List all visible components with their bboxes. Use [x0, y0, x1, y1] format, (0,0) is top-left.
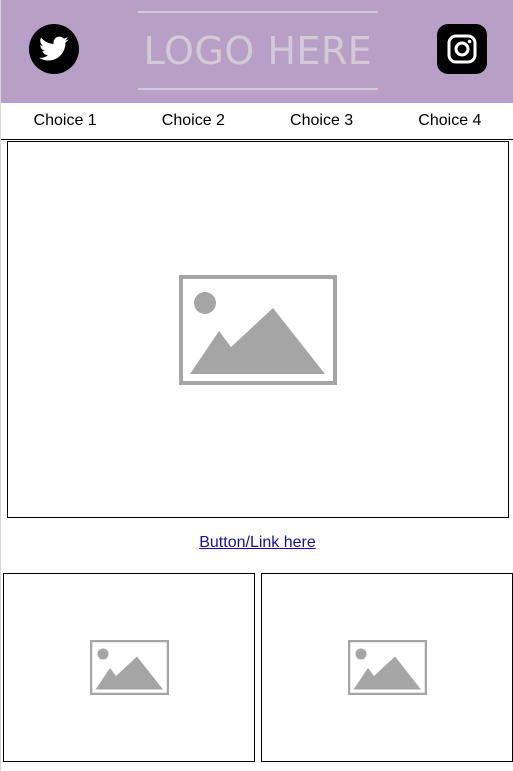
nav-item-choice-2[interactable]: Choice 2 [129, 103, 257, 139]
nav-item-choice-1[interactable]: Choice 1 [1, 103, 129, 139]
hero-image[interactable] [7, 141, 509, 518]
cta-link[interactable]: Button/Link here [199, 534, 316, 551]
nav-item-choice-3[interactable]: Choice 3 [258, 103, 386, 139]
nav-bar: Choice 1 Choice 2 Choice 3 Choice 4 [1, 103, 513, 140]
logo-bottom-rule [138, 88, 378, 90]
instagram-icon [447, 34, 477, 64]
logo-text: LOGO HERE [143, 28, 373, 73]
image-placeholder-icon [347, 640, 427, 695]
twitter-icon [39, 36, 69, 61]
nav-item-choice-4[interactable]: Choice 4 [386, 103, 513, 139]
instagram-button[interactable] [437, 24, 487, 74]
site-header: LOGO HERE [1, 0, 513, 103]
card-image-right[interactable] [261, 573, 513, 762]
cta-row: Button/Link here [1, 534, 513, 552]
image-placeholder-icon [89, 640, 169, 695]
logo-top-rule [138, 11, 378, 13]
logo[interactable]: LOGO HERE [138, 11, 378, 90]
card-image-left[interactable] [3, 573, 255, 762]
image-placeholder-icon [179, 274, 337, 385]
twitter-button[interactable] [29, 24, 79, 74]
